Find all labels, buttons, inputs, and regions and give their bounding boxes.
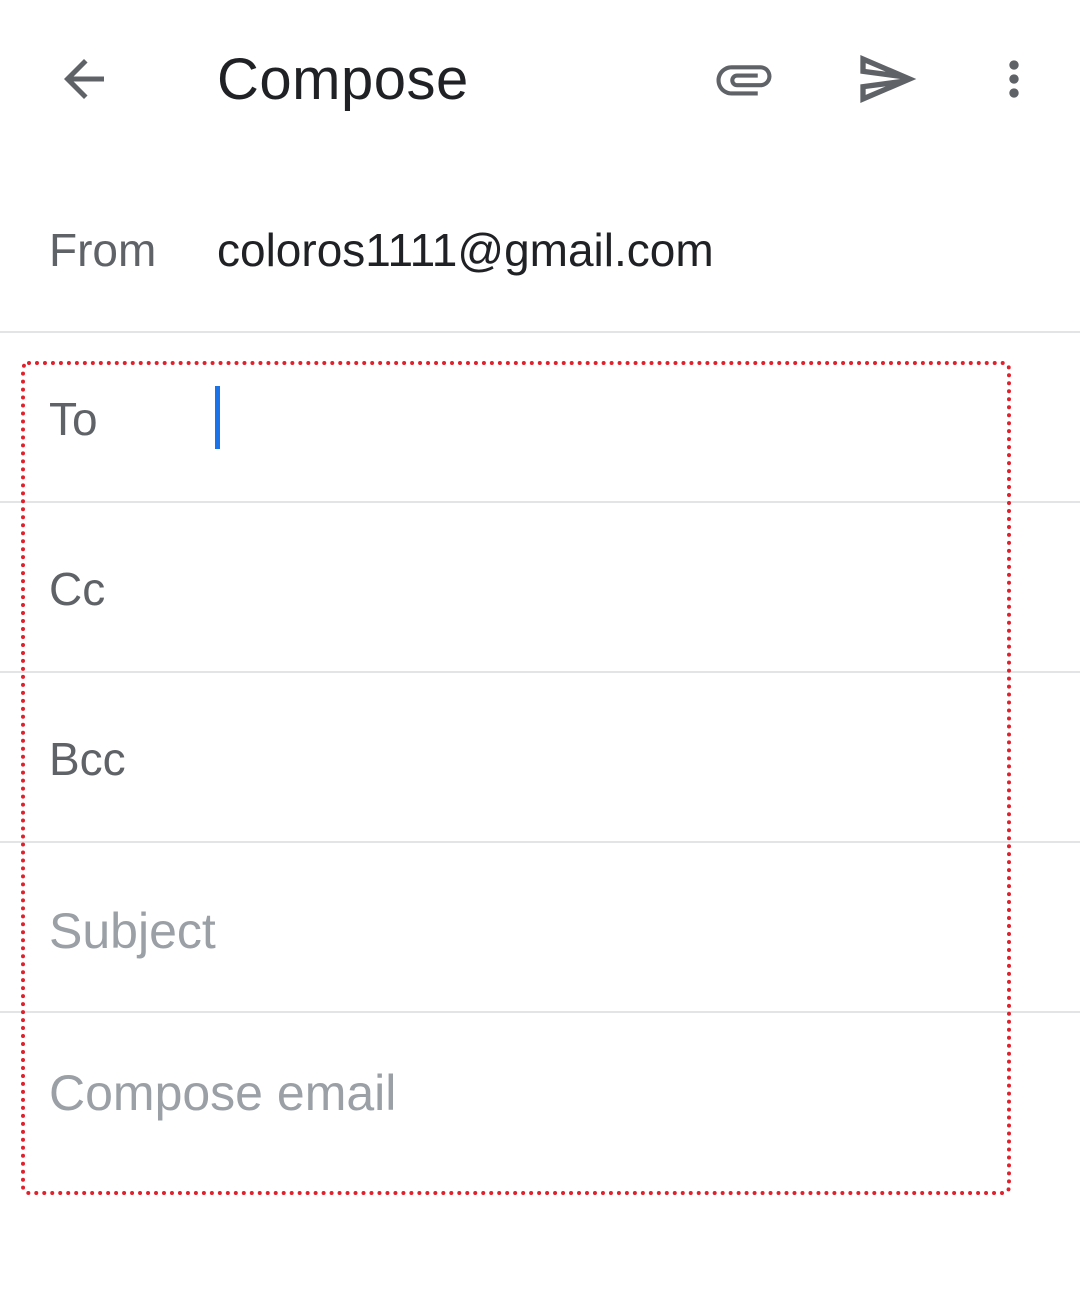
subject-input[interactable]	[49, 899, 989, 963]
cc-label: Cc	[49, 563, 106, 615]
send-icon	[855, 47, 919, 116]
to-row[interactable]: To	[0, 333, 1080, 503]
from-label: From	[49, 224, 157, 276]
from-address[interactable]: coloros1111@gmail.com	[217, 222, 714, 278]
to-input[interactable]	[214, 385, 994, 451]
attach-button[interactable]	[696, 33, 792, 129]
paperclip-icon	[711, 46, 777, 117]
page-title: Compose	[217, 47, 469, 112]
subject-row[interactable]	[0, 843, 1080, 1013]
send-button[interactable]	[839, 33, 935, 129]
text-cursor	[215, 386, 220, 449]
more-vert-icon	[986, 51, 1042, 112]
arrow-back-icon	[54, 49, 114, 114]
body-row[interactable]	[0, 1013, 1080, 1213]
bcc-label: Bcc	[49, 733, 126, 785]
bcc-row[interactable]: Bcc	[0, 673, 1080, 843]
from-row[interactable]: From coloros1111@gmail.com	[0, 165, 1080, 333]
compose-email-input[interactable]	[49, 1061, 989, 1125]
more-options-button[interactable]	[966, 33, 1062, 129]
to-label: To	[49, 393, 98, 445]
cc-row[interactable]: Cc	[0, 503, 1080, 673]
top-app-bar: Compose	[0, 0, 1080, 165]
back-button[interactable]	[36, 33, 132, 129]
